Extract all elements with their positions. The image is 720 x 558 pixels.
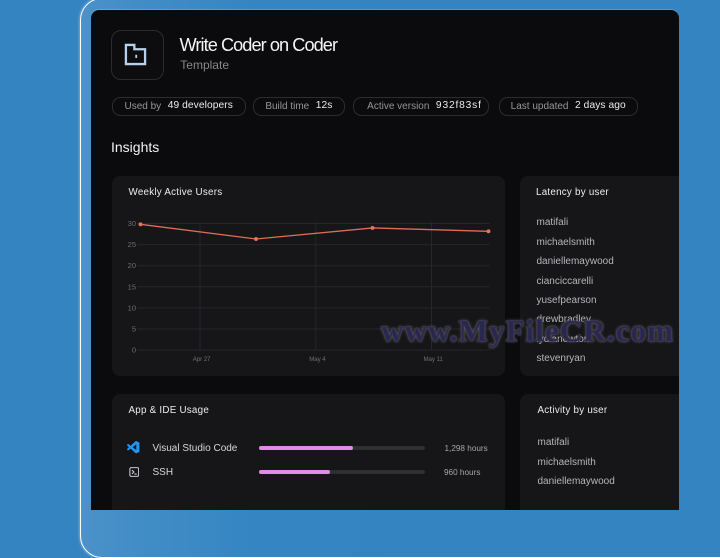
- svg-text:May 4: May 4: [309, 356, 326, 363]
- svg-text:15: 15: [128, 282, 136, 291]
- svg-text:25: 25: [128, 240, 136, 249]
- svg-text:30: 30: [128, 219, 136, 228]
- svg-text:5: 5: [132, 325, 136, 334]
- svg-text:20: 20: [128, 261, 136, 270]
- svg-text:May 11: May 11: [423, 356, 443, 363]
- svg-text:0: 0: [132, 346, 136, 355]
- svg-text:Apr 27: Apr 27: [193, 356, 211, 363]
- svg-text:10: 10: [128, 303, 136, 312]
